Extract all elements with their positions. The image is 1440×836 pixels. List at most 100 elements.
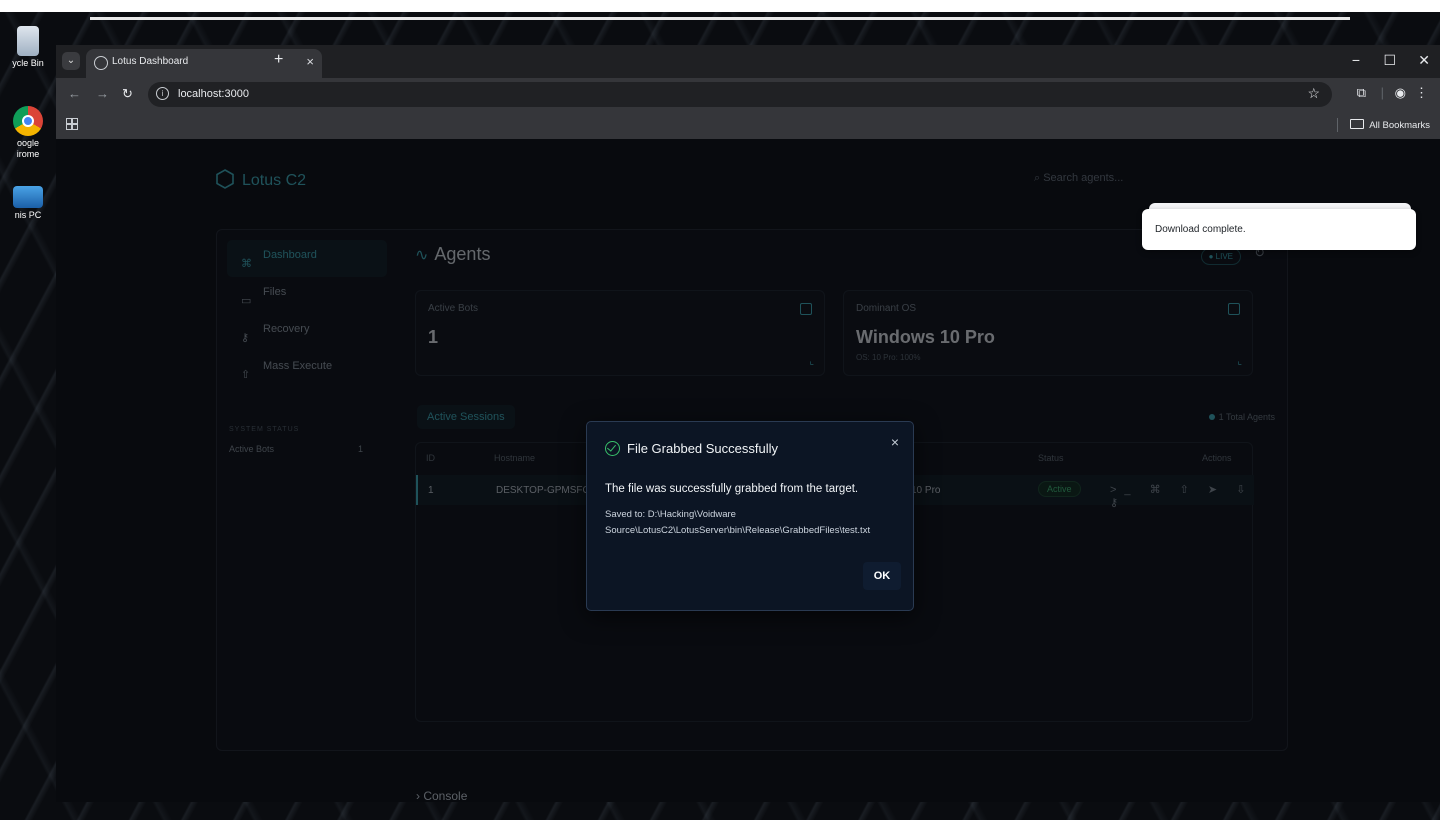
app-brand[interactable]: Lotus C2: [216, 169, 306, 190]
top-line: [90, 17, 1350, 20]
nav-recovery[interactable]: ⚷ Recovery: [227, 314, 387, 351]
row-actions[interactable]: >_ ⌘ ⇧ ➤ ⇩ ⚷: [1110, 483, 1254, 509]
search-placeholder: Search agents...: [1043, 172, 1124, 184]
search-agents[interactable]: ⌕ Search agents...: [1034, 172, 1123, 185]
browser-window: ⌄ Lotus Dashboard × + − ☐ ✕ ← → ↻ i loca…: [56, 45, 1440, 802]
extensions-icon[interactable]: ⧉: [1357, 85, 1366, 101]
new-tab-button[interactable]: +: [274, 51, 283, 69]
live-badge: ● LIVE: [1200, 248, 1241, 265]
chrome-icon: [13, 106, 43, 136]
nav-mass-execute[interactable]: ⇧ Mass Execute: [227, 351, 387, 388]
profile-icon[interactable]: ◉: [1395, 85, 1406, 101]
monitor-icon: [13, 186, 43, 208]
maximize-button[interactable]: ☐: [1383, 52, 1396, 69]
desktop-icon-label: ycle Bin: [12, 58, 44, 68]
folder-icon: [1350, 119, 1365, 129]
status-dot: [1208, 414, 1215, 420]
console-label: Console: [423, 789, 468, 802]
column-header: Status: [1038, 453, 1064, 463]
column-header: ID: [426, 453, 435, 463]
chart-icon: ⌞: [1237, 356, 1242, 367]
path-line: Saved to: D:\Hacking\Voidware: [605, 509, 736, 520]
tab-bar: ⌄ Lotus Dashboard × + − ☐ ✕: [56, 45, 1440, 78]
bottom-strip: [0, 820, 1440, 836]
cell-hostname: DESKTOP-GPMSFO: [496, 485, 591, 496]
folder-icon: ▭: [241, 295, 252, 307]
card-value: Windows 10 Pro: [856, 327, 995, 347]
dialog-body: The file was successfully grabbed from t…: [605, 483, 859, 495]
key-icon: ⚷: [241, 332, 250, 344]
card-value: 1: [428, 327, 439, 347]
bookmark-star-icon[interactable]: ☆: [1307, 85, 1320, 102]
brand-name: Lotus C2: [242, 172, 307, 189]
recycle-bin-icon: [17, 26, 39, 56]
card-label: Active Bots: [428, 303, 479, 314]
url-text: localhost:3000: [178, 88, 249, 100]
menu-dots-icon[interactable]: ⋮: [1415, 85, 1428, 101]
hexagon-logo-icon: [216, 169, 234, 189]
ok-button[interactable]: OK: [863, 562, 901, 590]
trend-icon: ⌞: [809, 356, 814, 367]
globe-icon: [94, 56, 108, 70]
check-circle-icon: [605, 441, 620, 456]
total-agents-text: 1 Total Agents: [1218, 412, 1275, 422]
apps-grid-icon[interactable]: [66, 118, 78, 130]
activity-icon: ∿: [415, 247, 429, 264]
system-status-row: Active Bots 1: [229, 444, 363, 454]
system-status-row-value: 1: [357, 444, 363, 454]
close-window-button[interactable]: ✕: [1418, 52, 1430, 69]
toolbar-divider: |: [1380, 85, 1384, 100]
back-button[interactable]: ←: [68, 86, 81, 101]
cell-id: 1: [428, 485, 434, 496]
top-strip: [0, 0, 1440, 12]
page-title-text: Agents: [434, 244, 491, 264]
status-badge: Active: [1038, 481, 1081, 497]
desktop-icon-this-pc[interactable]: nis PC: [0, 186, 56, 220]
desktop-icon-chrome[interactable]: oogle irome: [0, 106, 56, 160]
desktop-icon-label: oogle irome: [16, 138, 40, 159]
all-bookmarks-button[interactable]: All Bookmarks: [1350, 119, 1430, 131]
page-viewport: Lotus C2 ⌕ Search agents... ⌘ Dashboard ▭…: [56, 139, 1440, 802]
nav-files[interactable]: ▭ Files: [227, 277, 387, 314]
console-toggle[interactable]: › Console: [416, 789, 467, 802]
system-status-label: SYSTEM STATUS: [229, 426, 300, 433]
column-header: Actions: [1202, 453, 1232, 463]
cpu-icon: [800, 303, 812, 315]
dialog-path: Saved to: D:\Hacking\Voidware Source\Lot…: [605, 507, 905, 539]
bookmarks-divider: [1337, 118, 1338, 132]
os-icon: [1228, 303, 1240, 315]
forward-button[interactable]: →: [96, 86, 109, 101]
stat-card-dominant-os: Dominant OS Windows 10 Pro OS: 10 Pro: 1…: [843, 290, 1253, 376]
nav-label: Files: [263, 286, 287, 298]
nav-label: Recovery: [263, 323, 310, 335]
close-tab-icon[interactable]: ×: [306, 54, 314, 69]
system-status-row-label: Active Bots: [229, 444, 275, 454]
all-bookmarks-label: All Bookmarks: [1369, 120, 1430, 131]
tab-lotus-dashboard[interactable]: Lotus Dashboard ×: [86, 49, 322, 78]
desktop-icon-recycle-bin[interactable]: ycle Bin: [0, 26, 56, 68]
omnibox[interactable]: i localhost:3000 ☆: [148, 82, 1332, 107]
page-title: ∿ Agents: [415, 244, 490, 265]
sidebar: ⌘ Dashboard ▭ Files ⚷ Recovery ⇧ Mass Execut…: [227, 240, 387, 388]
minimize-button[interactable]: −: [1352, 52, 1360, 68]
tab-search-button[interactable]: ⌄: [62, 52, 80, 70]
dialog-title: File Grabbed Successfully: [627, 441, 779, 456]
nav-dashboard[interactable]: ⌘ Dashboard: [227, 240, 387, 277]
reload-button[interactable]: ↻: [122, 86, 133, 102]
card-label: Dominant OS: [856, 303, 917, 314]
column-header: Hostname: [494, 453, 536, 463]
search-icon: ⌕: [1034, 172, 1044, 184]
path-line: Source\LotusC2\LotusServer\bin\Release\G…: [605, 525, 871, 536]
toast-notification[interactable]: Download complete.: [1142, 209, 1416, 250]
nav-label: Dashboard: [263, 249, 317, 261]
card-sub: OS: 10 Pro: 100%: [856, 353, 921, 362]
site-info-icon[interactable]: i: [156, 87, 169, 100]
close-icon[interactable]: ×: [891, 434, 899, 450]
command-icon: ⌘: [241, 258, 252, 270]
address-bar: ← → ↻ i localhost:3000 ☆ ⧉ | ◉ ⋮: [56, 78, 1440, 111]
upload-icon: ⇧: [241, 369, 251, 381]
tab-active-sessions[interactable]: Active Sessions: [417, 405, 515, 429]
tab-title: Lotus Dashboard: [112, 56, 189, 67]
stat-card-active-bots: Active Bots 1 ⌞: [415, 290, 825, 376]
total-agents: 1 Total Agents: [1208, 412, 1275, 422]
